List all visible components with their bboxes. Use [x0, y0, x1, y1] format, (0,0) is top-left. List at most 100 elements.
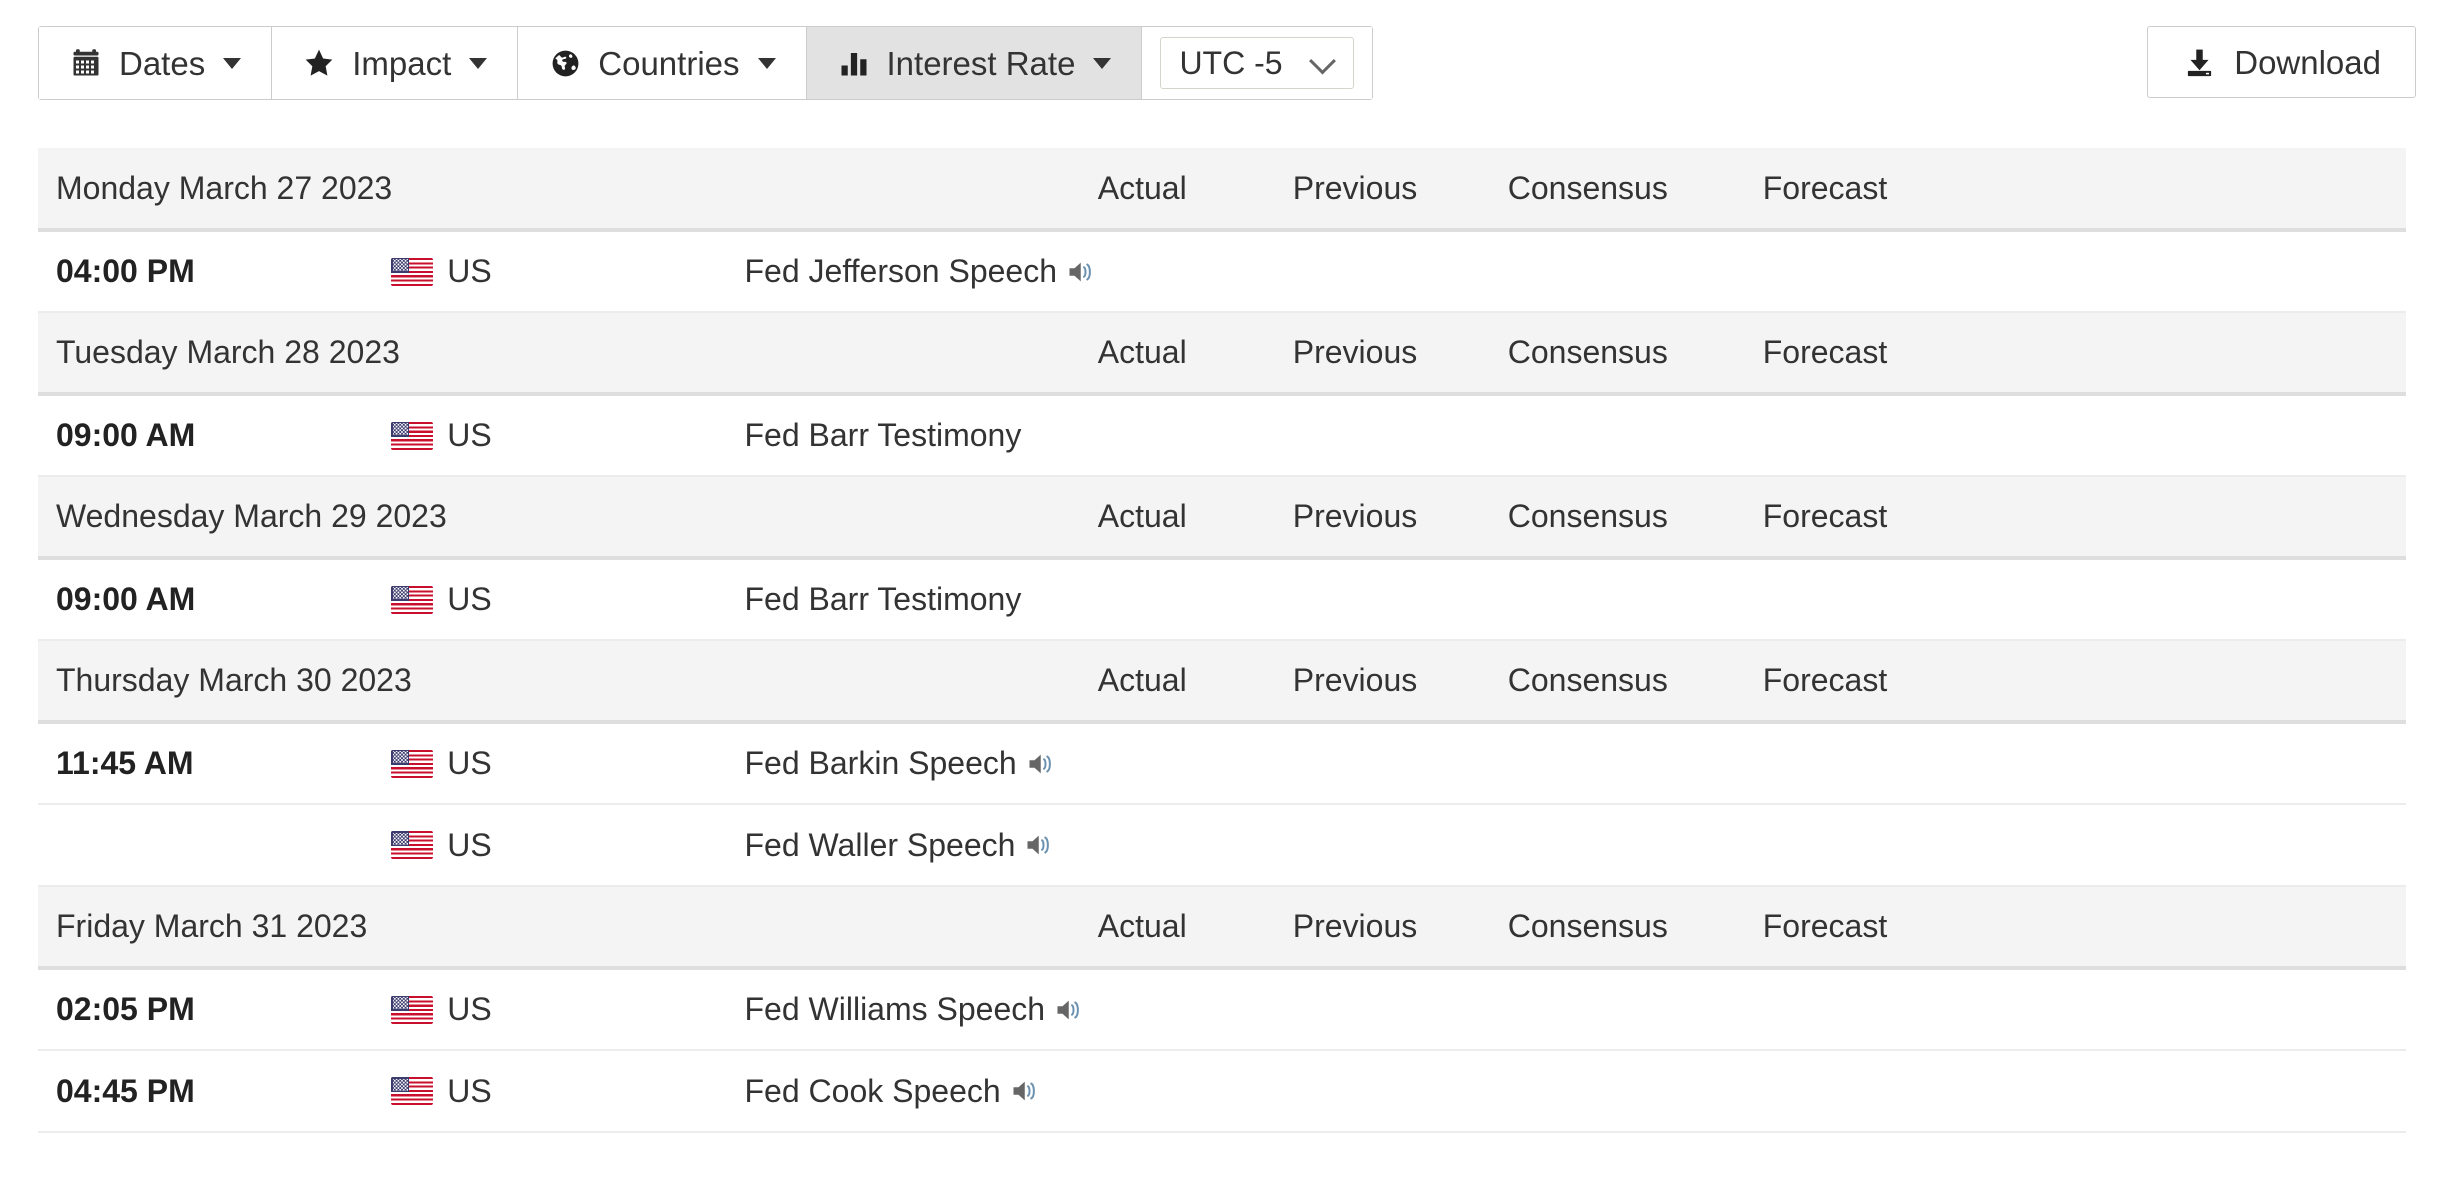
country-code-label: US	[447, 745, 491, 782]
download-button[interactable]: Download	[2147, 26, 2416, 98]
event-spacer-cell	[2053, 558, 2406, 640]
column-header-consensus: Consensus	[1508, 148, 1763, 230]
bar-chart-icon	[837, 46, 871, 80]
event-name-cell[interactable]: Fed Jefferson Speech	[745, 230, 1098, 312]
event-spacer-cell	[2053, 1050, 2406, 1132]
event-actual-value	[1098, 968, 1293, 1050]
chevron-down-icon	[1093, 58, 1111, 69]
column-header-consensus: Consensus	[1508, 886, 1763, 968]
event-previous-value	[1293, 1050, 1508, 1132]
country-code-label: US	[447, 1073, 491, 1110]
us-flag-icon	[391, 750, 433, 778]
event-time: 11:45 AM	[38, 722, 391, 804]
event-spacer-cell	[2053, 804, 2406, 886]
event-forecast-value	[1763, 394, 2053, 476]
event-country[interactable]: US	[391, 558, 744, 640]
column-header-actual: Actual	[1098, 312, 1293, 394]
speaker-icon[interactable]	[1011, 1076, 1041, 1106]
column-header-spacer	[2053, 640, 2406, 722]
event-actual-value	[1098, 558, 1293, 640]
event-row[interactable]: 02:05 PM US Fed Williams Speech	[38, 968, 2406, 1050]
event-forecast-value	[1763, 230, 2053, 312]
us-flag-icon	[391, 831, 433, 859]
event-country[interactable]: US	[391, 394, 744, 476]
event-forecast-value	[1763, 722, 2053, 804]
column-header-previous: Previous	[1293, 312, 1508, 394]
column-header-previous: Previous	[1293, 640, 1508, 722]
date-header-label: Tuesday March 28 2023	[38, 312, 1098, 394]
country-code-label: US	[447, 253, 491, 290]
column-header-forecast: Forecast	[1763, 886, 2053, 968]
event-name-cell[interactable]: Fed Barkin Speech	[745, 722, 1098, 804]
column-header-forecast: Forecast	[1763, 148, 2053, 230]
column-header-actual: Actual	[1098, 640, 1293, 722]
event-time: 09:00 AM	[38, 394, 391, 476]
event-country[interactable]: US	[391, 722, 744, 804]
country-code-label: US	[447, 581, 491, 618]
event-name-label: Fed Cook Speech	[745, 1073, 1001, 1110]
event-name-label: Fed Barkin Speech	[745, 745, 1017, 782]
speaker-icon[interactable]	[1025, 830, 1055, 860]
speaker-icon[interactable]	[1067, 257, 1097, 287]
event-country[interactable]: US	[391, 1050, 744, 1132]
event-previous-value	[1293, 394, 1508, 476]
event-country[interactable]: US	[391, 230, 744, 312]
column-header-previous: Previous	[1293, 886, 1508, 968]
event-consensus-value	[1508, 1050, 1763, 1132]
timezone-select-box: UTC -5	[1160, 37, 1354, 89]
event-country[interactable]: US	[391, 968, 744, 1050]
event-previous-value	[1293, 230, 1508, 312]
date-header-row: Friday March 31 2023ActualPreviousConsen…	[38, 886, 2406, 968]
chevron-down-icon	[758, 58, 776, 69]
us-flag-icon	[391, 422, 433, 450]
event-row[interactable]: 04:00 PMUSFed Jefferson Speech	[38, 230, 2406, 312]
event-spacer-cell	[2053, 394, 2406, 476]
interest-rate-filter-label: Interest Rate	[887, 47, 1076, 80]
column-header-consensus: Consensus	[1508, 476, 1763, 558]
countries-filter-label: Countries	[598, 47, 739, 80]
speaker-icon[interactable]	[1027, 749, 1057, 779]
event-country[interactable]: US	[391, 804, 744, 886]
event-previous-value	[1293, 804, 1508, 886]
event-time: 09:00 AM	[38, 558, 391, 640]
event-time: 04:45 PM	[38, 1050, 391, 1132]
interest-rate-filter-button[interactable]: Interest Rate	[807, 27, 1143, 99]
chevron-down-icon	[469, 58, 487, 69]
date-header-row: Thursday March 30 2023ActualPreviousCons…	[38, 640, 2406, 722]
event-row[interactable]: USFed Waller Speech	[38, 804, 2406, 886]
date-header-label: Thursday March 30 2023	[38, 640, 1098, 722]
timezone-select[interactable]: UTC -5	[1160, 37, 1354, 89]
event-name-label: Fed Barr Testimony	[745, 581, 1022, 618]
countries-filter-button[interactable]: Countries	[518, 27, 806, 99]
chevron-down-icon	[223, 58, 241, 69]
event-name-cell[interactable]: Fed Barr Testimony	[745, 394, 1098, 476]
event-name-cell[interactable]: Fed Barr Testimony	[745, 558, 1098, 640]
event-row[interactable]: 09:00 AM US Fed Barr Testimony	[38, 558, 2406, 640]
event-actual-value	[1098, 230, 1293, 312]
country-code-label: US	[447, 991, 491, 1028]
column-header-previous: Previous	[1293, 148, 1508, 230]
country-code-label: US	[447, 417, 491, 454]
impact-filter-button[interactable]: Impact	[272, 27, 518, 99]
event-row[interactable]: 09:00 AM US Fed Barr Testimony	[38, 394, 2406, 476]
event-name-cell[interactable]: Fed Waller Speech	[745, 804, 1098, 886]
dates-filter-button[interactable]: Dates	[39, 27, 272, 99]
date-header-row: Monday March 27 2023ActualPreviousConsen…	[38, 148, 2406, 230]
event-time: 02:05 PM	[38, 968, 391, 1050]
filter-toolbar: Dates Impact Countries	[0, 0, 2454, 108]
date-header-label: Friday March 31 2023	[38, 886, 1098, 968]
event-row[interactable]: 11:45 AM US Fed Barkin Speech	[38, 722, 2406, 804]
speaker-icon[interactable]	[1055, 995, 1085, 1025]
event-forecast-value	[1763, 558, 2053, 640]
event-row[interactable]: 04:45 PM US Fed Cook Speech	[38, 1050, 2406, 1132]
globe-icon	[548, 46, 582, 80]
economic-calendar-table: Monday March 27 2023ActualPreviousConsen…	[38, 148, 2406, 1133]
event-name-cell[interactable]: Fed Williams Speech	[745, 968, 1098, 1050]
column-header-spacer	[2053, 148, 2406, 230]
calendar-body: Monday March 27 2023ActualPreviousConsen…	[38, 148, 2406, 1132]
event-forecast-value	[1763, 968, 2053, 1050]
event-name-cell[interactable]: Fed Cook Speech	[745, 1050, 1098, 1132]
column-header-spacer	[2053, 312, 2406, 394]
column-header-forecast: Forecast	[1763, 476, 2053, 558]
event-actual-value	[1098, 722, 1293, 804]
